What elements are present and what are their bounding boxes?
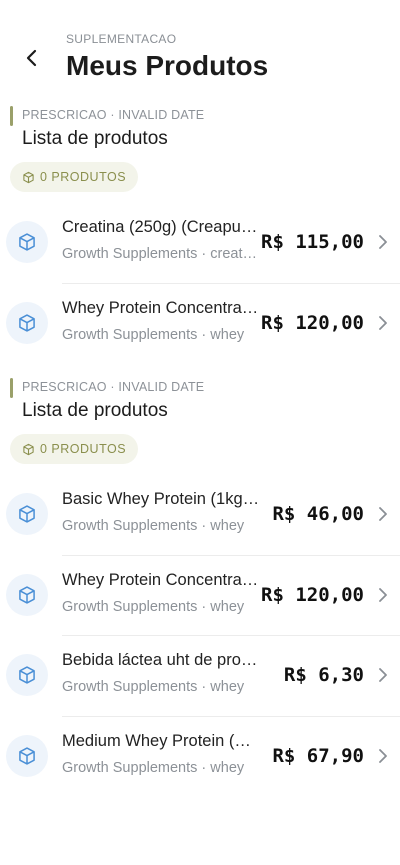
- product-text: Basic Whey Protein (1kg) - Growth Growth…: [62, 490, 260, 534]
- chevron-right-icon: [379, 235, 387, 249]
- section-meta: PRESCRICAO · INVALID DATE: [22, 108, 205, 122]
- product-brand-category: Growth Supplements · whey: [62, 326, 245, 343]
- product-brand-category: Growth Supplements · whey: [62, 518, 245, 534]
- cube-icon: [19, 746, 35, 765]
- product-icon-badge: [6, 493, 48, 535]
- product-icon-badge: [6, 734, 48, 777]
- cube-icon: [19, 505, 35, 523]
- product-price: R$ 67,90: [272, 744, 364, 767]
- product-count-chip: 0 PRODUTOS: [10, 162, 139, 192]
- product-row[interactable]: Whey Protein Concentrado (1kg) Growth Su…: [0, 282, 400, 364]
- product-name: Medium Whey Protein (1kg): [62, 731, 260, 750]
- section-accent-bar: [10, 378, 13, 398]
- product-list: Basic Whey Protein (1kg) - Growth Growth…: [0, 474, 400, 796]
- product-brand-category: Growth Supplements · creatina: [62, 246, 260, 262]
- section-title: Lista de produtos: [22, 128, 168, 149]
- product-text: Medium Whey Protein (1kg) Growth Supplem…: [62, 732, 260, 776]
- page-eyebrow: SUPLEMENTACAO: [66, 32, 177, 46]
- cube-icon: [23, 443, 34, 455]
- product-brand-category: Growth Supplements · whey: [62, 598, 245, 615]
- section-meta: PRESCRICAO · INVALID DATE: [22, 380, 205, 394]
- section-title: Lista de produtos: [22, 400, 168, 421]
- product-text: Whey Protein Concentrado (1kg) Growth Su…: [62, 299, 260, 343]
- product-list: Creatina (250g) (Creapure®) Growth Suppl…: [0, 202, 400, 363]
- product-row[interactable]: Basic Whey Protein (1kg) - Growth Growth…: [0, 474, 400, 555]
- cube-icon: [19, 233, 35, 251]
- product-icon-badge: [6, 654, 48, 696]
- product-price: R$ 115,00: [261, 231, 364, 253]
- product-icon-badge: [6, 221, 48, 263]
- prescription-section: PRESCRICAO · INVALID DATE Lista de produ…: [0, 104, 400, 363]
- chevron-right-icon: [379, 748, 387, 763]
- product-text: Creatina (250g) (Creapure®) Growth Suppl…: [62, 218, 260, 262]
- cube-icon: [19, 313, 35, 332]
- product-count-label: 0 PRODUTOS: [40, 170, 127, 184]
- page-title: Meus Produtos: [66, 50, 269, 81]
- product-row[interactable]: Creatina (250g) (Creapure®) Growth Suppl…: [0, 202, 400, 283]
- product-brand-category: Growth Supplements · whey: [62, 679, 245, 695]
- section-header: PRESCRICAO · INVALID DATE Lista de produ…: [0, 376, 400, 424]
- prescription-section: PRESCRICAO · INVALID DATE Lista de produ…: [0, 376, 400, 796]
- product-name: Bebida láctea uht de proteína: [62, 651, 260, 669]
- product-price: R$ 46,00: [272, 503, 364, 525]
- product-row[interactable]: Whey Protein Concentrado (1kg) Growth Su…: [0, 554, 400, 636]
- product-name: Whey Protein Concentrado (1kg): [62, 570, 260, 589]
- header: SUPLEMENTACAO Meus Produtos: [0, 0, 400, 96]
- product-price: R$ 6,30: [283, 664, 364, 686]
- product-icon-badge: [6, 301, 48, 344]
- product-row[interactable]: Medium Whey Protein (1kg) Growth Supplem…: [0, 715, 400, 797]
- chevron-right-icon: [379, 668, 387, 682]
- product-row[interactable]: Bebida láctea uht de proteína Growth Sup…: [0, 635, 400, 716]
- chevron-right-icon: [379, 587, 387, 602]
- chevron-right-icon: [379, 507, 387, 521]
- product-icon-badge: [6, 573, 48, 616]
- section-accent-bar: [10, 106, 13, 126]
- chevron-left-icon: [26, 49, 37, 67]
- cube-icon: [23, 171, 34, 183]
- chevron-right-icon: [379, 315, 387, 330]
- product-name: Whey Protein Concentrado (1kg): [62, 298, 260, 317]
- product-text: Bebida láctea uht de proteína Growth Sup…: [62, 651, 260, 695]
- section-header: PRESCRICAO · INVALID DATE Lista de produ…: [0, 104, 400, 152]
- product-name: Creatina (250g) (Creapure®): [62, 218, 260, 236]
- product-text: Whey Protein Concentrado (1kg) Growth Su…: [62, 571, 260, 615]
- product-price: R$ 120,00: [261, 583, 364, 606]
- back-button[interactable]: [18, 44, 46, 72]
- cube-icon: [19, 585, 35, 604]
- cube-icon: [19, 666, 35, 684]
- product-count-chip: 0 PRODUTOS: [10, 434, 139, 464]
- product-count-label: 0 PRODUTOS: [40, 442, 127, 456]
- product-brand-category: Growth Supplements · whey: [62, 759, 245, 776]
- product-price: R$ 120,00: [261, 311, 364, 334]
- product-name: Basic Whey Protein (1kg) - Growth: [62, 490, 260, 508]
